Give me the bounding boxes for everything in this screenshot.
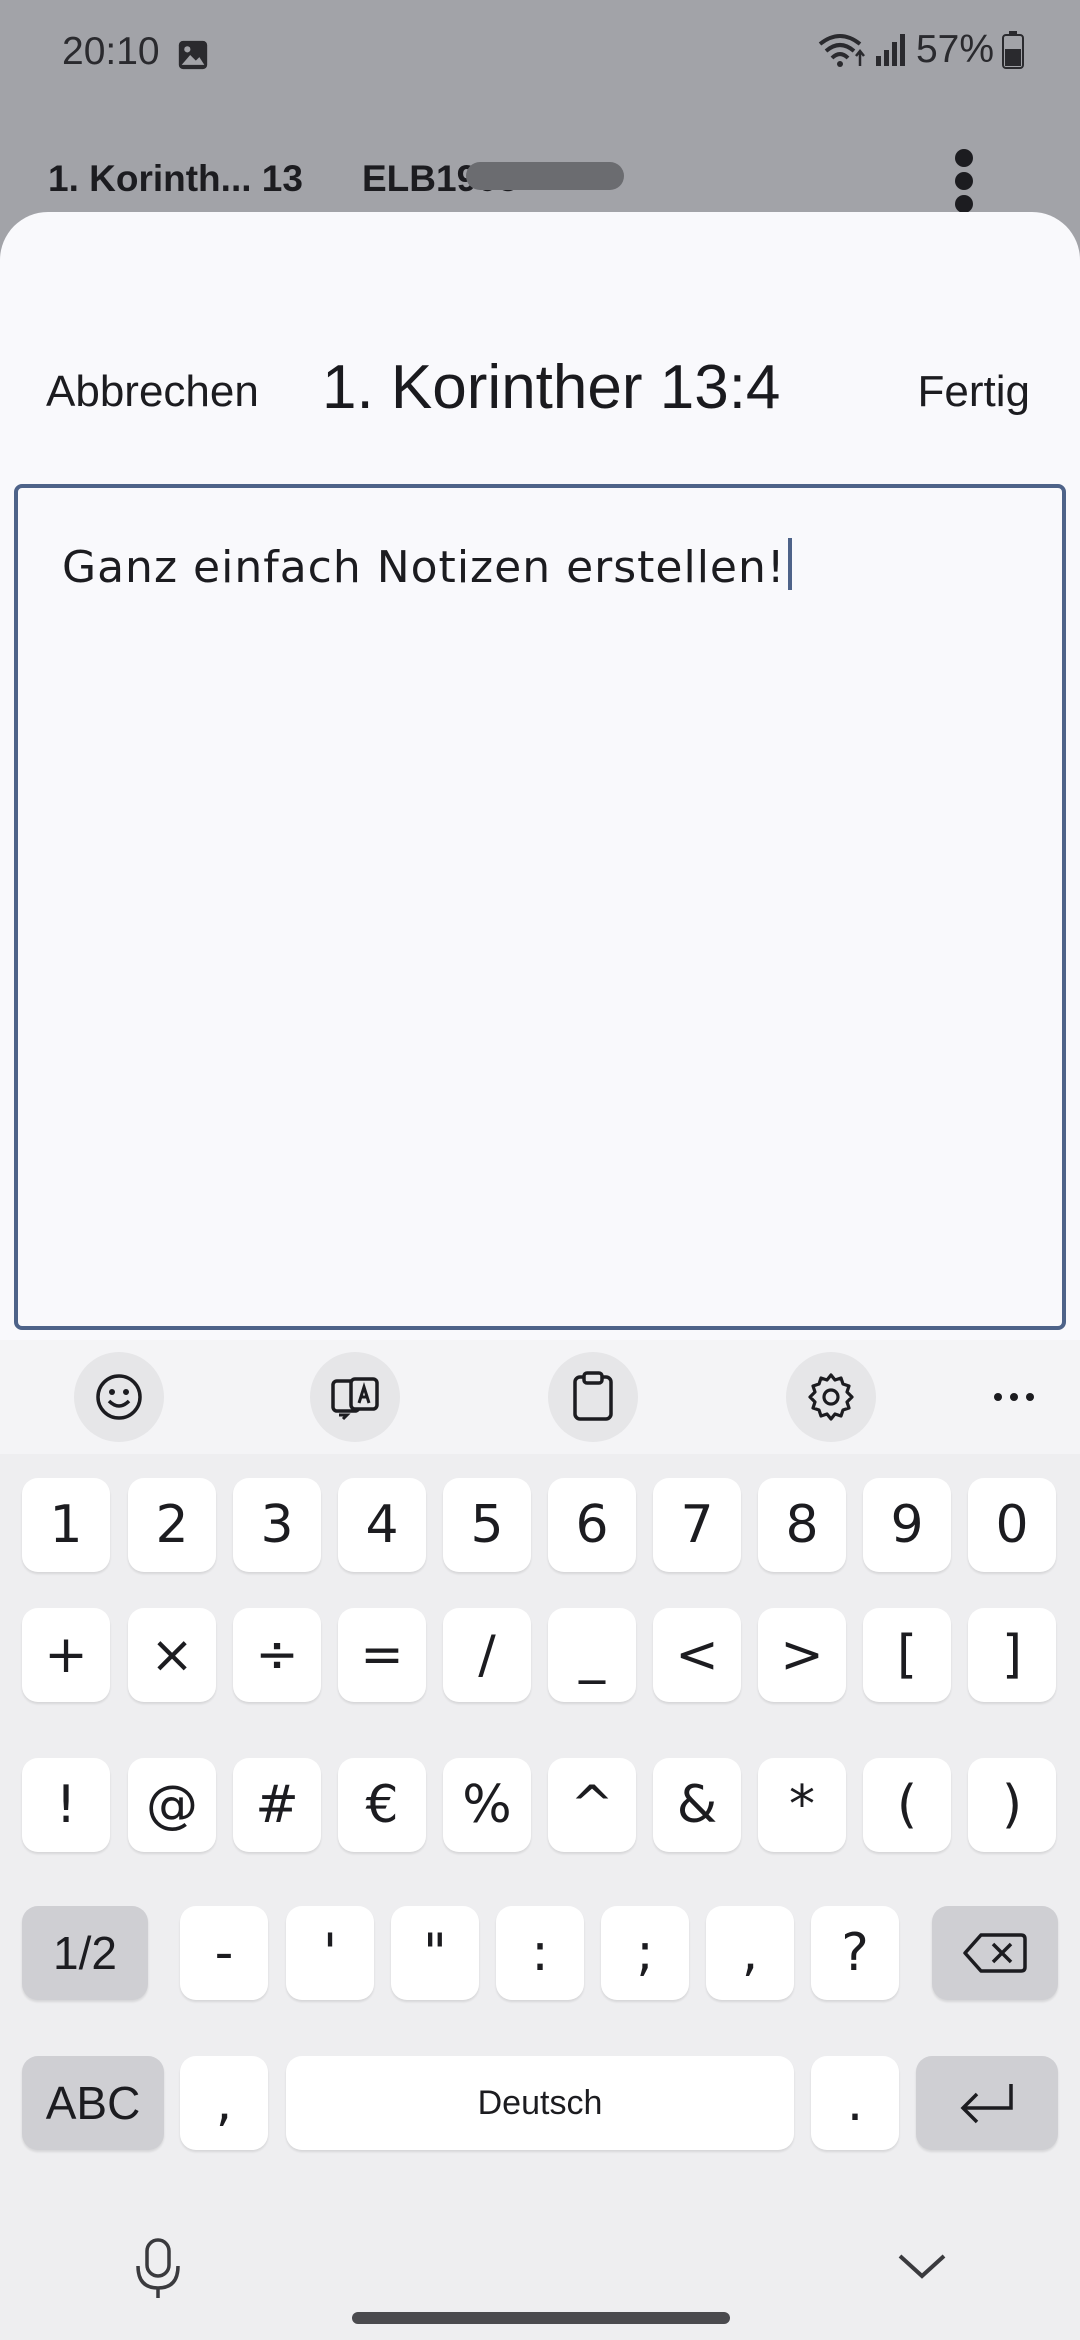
key-divide[interactable]: ÷ bbox=[233, 1608, 321, 1702]
book-chapter-selector[interactable]: 1. Korinth... 13 bbox=[48, 158, 303, 200]
key-1[interactable]: 1 bbox=[22, 1478, 110, 1572]
key-7[interactable]: 7 bbox=[653, 1478, 741, 1572]
key-hash[interactable]: # bbox=[233, 1758, 321, 1852]
key-multiply[interactable]: × bbox=[128, 1608, 216, 1702]
key-close-paren[interactable]: ) bbox=[968, 1758, 1056, 1852]
sheet-title: 1. Korinther 13:4 bbox=[322, 353, 781, 422]
key-exclamation[interactable]: ! bbox=[22, 1758, 110, 1852]
more-vert-icon[interactable] bbox=[952, 148, 976, 214]
hide-keyboard-icon[interactable] bbox=[896, 2250, 948, 2282]
gesture-navigation-bar[interactable] bbox=[352, 2312, 730, 2324]
key-semicolon[interactable]: ; bbox=[601, 1906, 689, 2000]
note-editor-sheet: Abbrechen 1. Korinther 13:4 Fertig Ganz … bbox=[0, 212, 1080, 1340]
background-app-header: 1. Korinth... 13 ELB1905 bbox=[0, 140, 1080, 220]
more-options-button[interactable] bbox=[984, 1352, 1044, 1442]
key-colon[interactable]: : bbox=[496, 1906, 584, 2000]
key-comma[interactable]: , bbox=[180, 2056, 268, 2150]
signal-icon bbox=[875, 34, 905, 66]
key-euro[interactable]: € bbox=[338, 1758, 426, 1852]
note-text-line: Ganz einfach Notizen erstellen! bbox=[62, 538, 792, 593]
status-bar: 20:10 57% bbox=[0, 0, 1080, 110]
enter-key[interactable] bbox=[916, 2056, 1058, 2150]
key-period[interactable]: . bbox=[811, 2056, 899, 2150]
key-8[interactable]: 8 bbox=[758, 1478, 846, 1572]
status-indicators: 57% bbox=[816, 28, 1024, 72]
battery-percent: 57% bbox=[915, 28, 994, 71]
keyboard: 1 2 3 4 5 6 7 8 9 0 + × ÷ = / _ < > [ ] … bbox=[0, 1454, 1080, 2340]
key-2[interactable]: 2 bbox=[128, 1478, 216, 1572]
key-ampersand[interactable]: & bbox=[653, 1758, 741, 1852]
key-apostrophe[interactable]: ' bbox=[286, 1906, 374, 2000]
key-plus[interactable]: + bbox=[22, 1608, 110, 1702]
battery-icon bbox=[1002, 31, 1024, 69]
drag-handle[interactable] bbox=[466, 162, 624, 190]
key-3[interactable]: 3 bbox=[233, 1478, 321, 1572]
backspace-icon bbox=[963, 1933, 1027, 1973]
key-5[interactable]: 5 bbox=[443, 1478, 531, 1572]
key-9[interactable]: 9 bbox=[863, 1478, 951, 1572]
done-button[interactable]: Fertig bbox=[918, 367, 1030, 417]
emoji-icon bbox=[96, 1374, 142, 1420]
key-hyphen[interactable]: - bbox=[180, 1906, 268, 2000]
key-percent[interactable]: % bbox=[443, 1758, 531, 1852]
symbols-page-key[interactable]: 1/2 bbox=[22, 1906, 148, 2000]
text-caret bbox=[787, 538, 792, 590]
key-close-bracket[interactable]: ] bbox=[968, 1608, 1056, 1702]
clipboard-button[interactable] bbox=[548, 1352, 638, 1442]
translate-button[interactable] bbox=[310, 1352, 400, 1442]
key-underscore[interactable]: _ bbox=[548, 1608, 636, 1702]
key-0[interactable]: 0 bbox=[968, 1478, 1056, 1572]
backspace-key[interactable] bbox=[932, 1906, 1058, 2000]
key-asterisk[interactable]: * bbox=[758, 1758, 846, 1852]
key-open-bracket[interactable]: [ bbox=[863, 1608, 951, 1702]
key-caret[interactable]: ^ bbox=[548, 1758, 636, 1852]
settings-icon bbox=[808, 1373, 854, 1421]
abc-mode-key[interactable]: ABC bbox=[22, 2056, 164, 2150]
key-6[interactable]: 6 bbox=[548, 1478, 636, 1572]
keyboard-toolbar bbox=[0, 1340, 1080, 1454]
key-equals[interactable]: = bbox=[338, 1608, 426, 1702]
key-comma-row4[interactable]: , bbox=[706, 1906, 794, 2000]
clipboard-icon bbox=[573, 1371, 613, 1421]
more-horiz-icon bbox=[994, 1393, 1034, 1401]
key-at[interactable]: @ bbox=[128, 1758, 216, 1852]
key-greater-than[interactable]: > bbox=[758, 1608, 846, 1702]
emoji-button[interactable] bbox=[74, 1352, 164, 1442]
image-icon bbox=[178, 40, 208, 70]
note-text: Ganz einfach Notizen erstellen! bbox=[62, 542, 786, 593]
key-open-paren[interactable]: ( bbox=[863, 1758, 951, 1852]
translate-icon bbox=[331, 1377, 379, 1421]
key-less-than[interactable]: < bbox=[653, 1608, 741, 1702]
settings-button[interactable] bbox=[786, 1352, 876, 1442]
key-question[interactable]: ? bbox=[811, 1906, 899, 2000]
key-4[interactable]: 4 bbox=[338, 1478, 426, 1572]
key-slash[interactable]: / bbox=[443, 1608, 531, 1702]
microphone-icon[interactable] bbox=[130, 2236, 186, 2302]
wifi-icon bbox=[818, 34, 865, 67]
note-text-field[interactable]: Ganz einfach Notizen erstellen! bbox=[14, 484, 1066, 1330]
status-time: 20:10 bbox=[62, 30, 160, 73]
space-bar[interactable]: Deutsch bbox=[286, 2056, 794, 2150]
key-quote[interactable]: " bbox=[391, 1906, 479, 2000]
enter-icon bbox=[960, 2084, 1013, 2124]
cancel-button[interactable]: Abbrechen bbox=[46, 367, 259, 417]
